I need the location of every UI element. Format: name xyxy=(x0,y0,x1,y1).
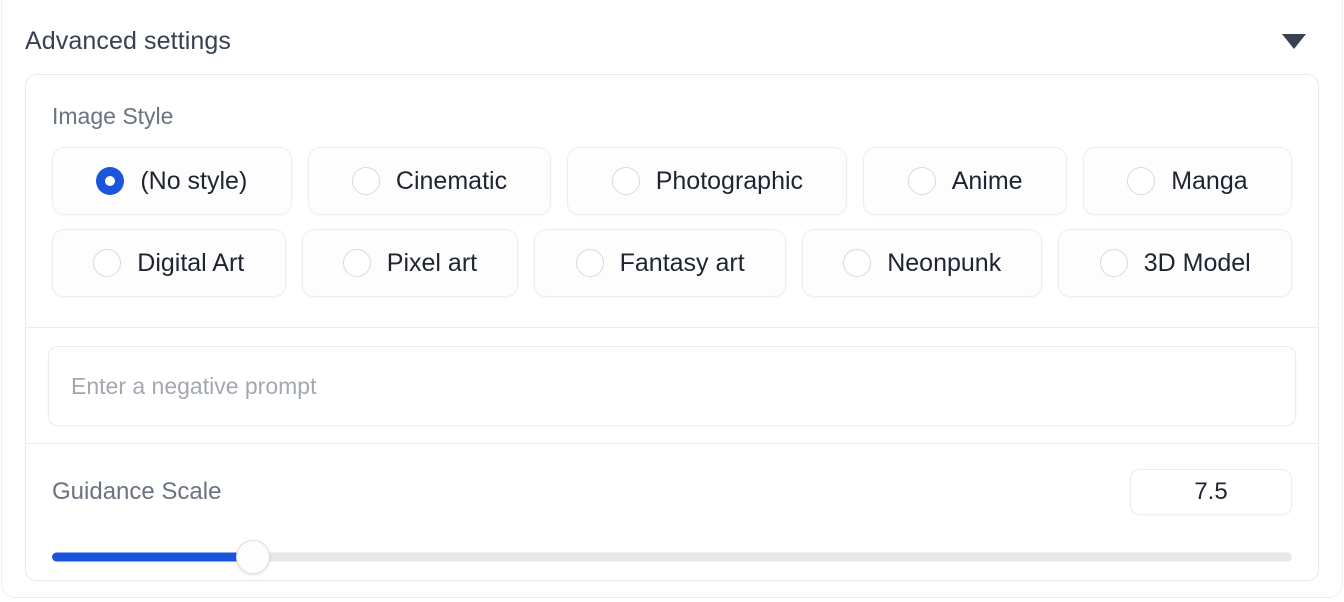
image-style-row-2: Digital Art Pixel art Fantasy art Neonpu… xyxy=(52,229,1292,297)
guidance-scale-slider[interactable] xyxy=(52,534,1292,580)
image-style-section: Image Style (No style) Cinematic Photogr… xyxy=(26,75,1318,319)
slider-thumb[interactable] xyxy=(236,540,270,574)
radio-icon[interactable] xyxy=(612,167,640,195)
radio-icon[interactable] xyxy=(908,167,936,195)
style-option-label: 3D Model xyxy=(1144,249,1251,277)
guidance-scale-value-box[interactable]: 7.5 xyxy=(1130,469,1292,515)
style-option-label: Digital Art xyxy=(137,249,244,277)
radio-icon[interactable] xyxy=(843,249,871,277)
page-title: Advanced settings xyxy=(25,20,231,62)
style-option-label: Fantasy art xyxy=(620,249,745,277)
style-option-no-style[interactable]: (No style) xyxy=(52,147,292,215)
image-style-options: (No style) Cinematic Photographic Anime xyxy=(52,147,1292,297)
style-option-label: Pixel art xyxy=(387,249,477,277)
style-option-neonpunk[interactable]: Neonpunk xyxy=(802,229,1043,297)
style-option-label: Manga xyxy=(1171,167,1247,195)
style-option-label: Cinematic xyxy=(396,167,507,195)
style-option-3d-model[interactable]: 3D Model xyxy=(1058,229,1292,297)
image-style-label: Image Style xyxy=(52,103,1292,129)
style-option-manga[interactable]: Manga xyxy=(1083,147,1292,215)
style-option-pixel-art[interactable]: Pixel art xyxy=(302,229,519,297)
radio-icon[interactable] xyxy=(96,167,124,195)
style-option-cinematic[interactable]: Cinematic xyxy=(308,147,552,215)
radio-icon[interactable] xyxy=(343,249,371,277)
settings-card: Image Style (No style) Cinematic Photogr… xyxy=(25,74,1319,581)
radio-icon[interactable] xyxy=(576,249,604,277)
guidance-scale-section: Guidance Scale 7.5 xyxy=(26,444,1318,580)
style-option-photographic[interactable]: Photographic xyxy=(567,147,847,215)
radio-icon[interactable] xyxy=(1100,249,1128,277)
guidance-scale-value: 7.5 xyxy=(1194,478,1227,506)
slider-fill xyxy=(52,553,253,562)
style-option-digital-art[interactable]: Digital Art xyxy=(52,229,286,297)
style-option-anime[interactable]: Anime xyxy=(863,147,1067,215)
guidance-scale-header: Guidance Scale 7.5 xyxy=(52,468,1292,516)
image-style-row-1: (No style) Cinematic Photographic Anime xyxy=(52,147,1292,215)
radio-icon[interactable] xyxy=(1127,167,1155,195)
style-option-label: (No style) xyxy=(140,167,247,195)
radio-icon[interactable] xyxy=(352,167,380,195)
advanced-settings-panel: Advanced settings Image Style (No style)… xyxy=(0,0,1344,602)
radio-icon[interactable] xyxy=(93,249,121,277)
style-option-fantasy-art[interactable]: Fantasy art xyxy=(534,229,786,297)
negative-prompt-input[interactable] xyxy=(48,346,1296,426)
style-option-label: Anime xyxy=(952,167,1023,195)
style-option-label: Photographic xyxy=(656,167,803,195)
chevron-down-icon[interactable] xyxy=(1281,28,1307,54)
style-option-label: Neonpunk xyxy=(887,249,1001,277)
advanced-settings-header[interactable]: Advanced settings xyxy=(25,20,1319,62)
negative-prompt-section xyxy=(26,328,1318,444)
guidance-scale-label: Guidance Scale xyxy=(52,478,221,506)
